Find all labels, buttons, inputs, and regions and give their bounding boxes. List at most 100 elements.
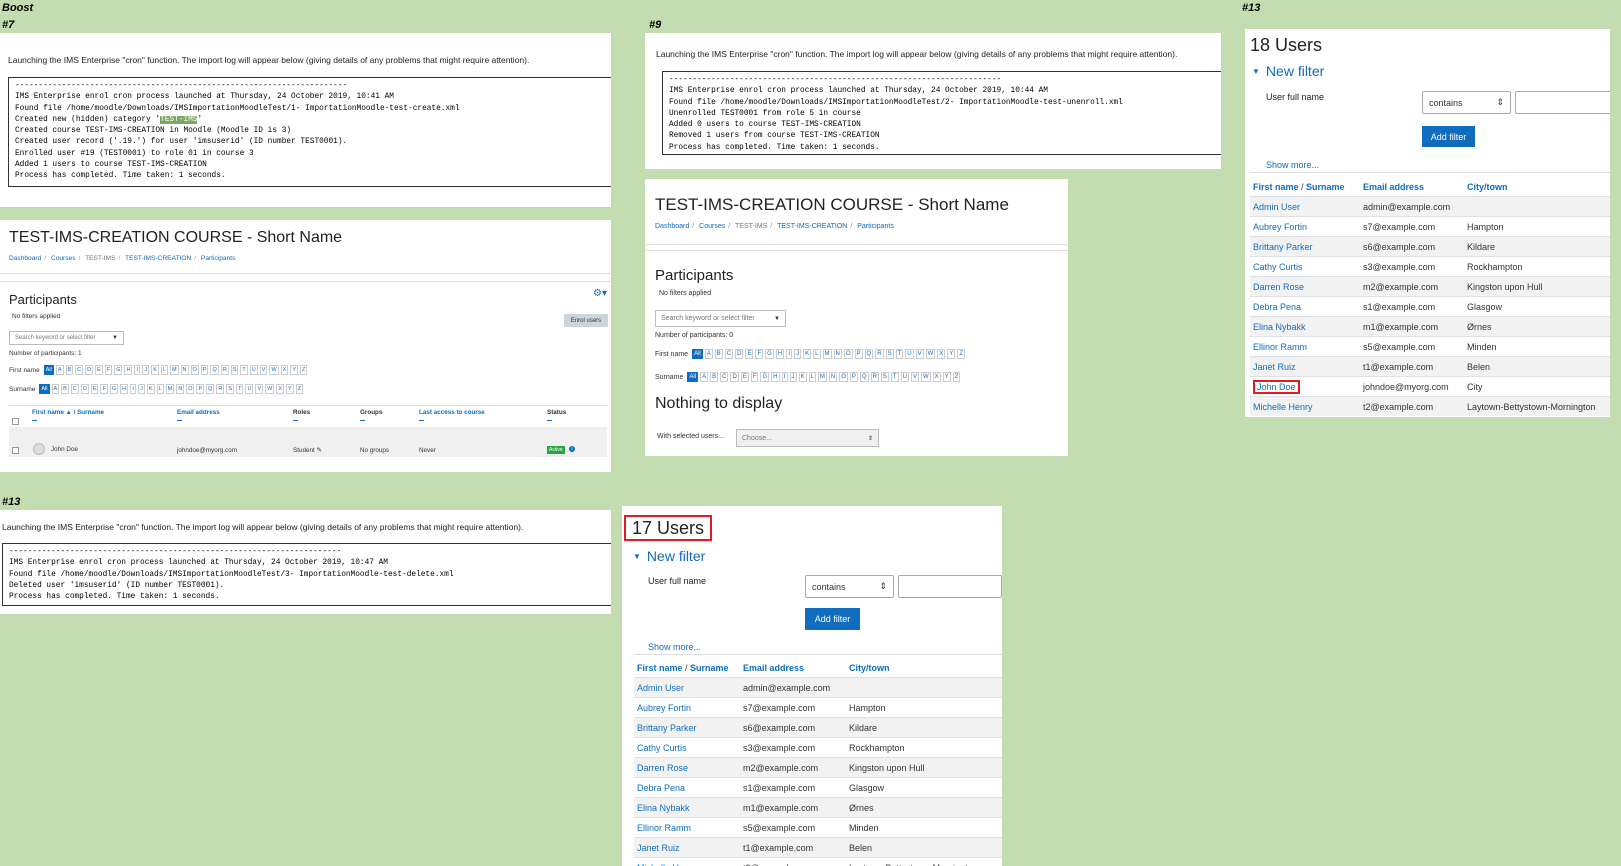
col-first-name[interactable]: First name ▲ / Surname [32, 409, 104, 416]
user-name-link[interactable]: Darren Rose [1250, 276, 1360, 297]
initial-w[interactable]: W [920, 372, 931, 382]
user-name-link[interactable]: John Doe [1250, 376, 1360, 397]
user-name-link[interactable]: Ellinor Ramm [1250, 336, 1360, 357]
initial-n[interactable]: N [180, 365, 189, 375]
initial-m[interactable]: M [165, 384, 175, 394]
initial-d[interactable]: D [85, 365, 94, 375]
initial-l[interactable]: L [160, 365, 168, 375]
user-name-link[interactable]: Aubrey Fortin [1250, 216, 1360, 237]
initial-all[interactable]: All [692, 349, 703, 359]
user-name-link[interactable]: Michelle Henry [634, 857, 740, 866]
initial-n[interactable]: N [833, 349, 842, 359]
initial-k[interactable]: K [146, 384, 155, 394]
gear-icon[interactable]: ⚙▾ [593, 288, 607, 299]
initial-q[interactable]: Q [864, 349, 874, 359]
sort-surname[interactable]: Surname [690, 663, 729, 673]
initial-u[interactable]: U [905, 349, 914, 359]
user-name-link[interactable]: Debra Pena [634, 777, 740, 798]
initial-i[interactable]: I [134, 365, 141, 375]
initial-r[interactable]: R [870, 372, 879, 382]
user-name-link[interactable]: Ellinor Ramm [634, 817, 740, 838]
breadcrumb-course[interactable]: TEST-IMS-CREATION [125, 255, 191, 262]
initial-e[interactable]: E [745, 349, 754, 359]
new-filter-toggle[interactable]: ▼ New filter [1252, 63, 1324, 79]
filter-operator-select[interactable]: contains ⇕ [805, 575, 894, 598]
initial-x[interactable]: X [276, 384, 284, 394]
info-icon[interactable]: i [569, 446, 575, 452]
initial-b[interactable]: B [714, 349, 723, 359]
new-filter-toggle[interactable]: ▼ New filter [633, 548, 705, 564]
user-name-link[interactable]: Cathy Curtis [1250, 256, 1360, 277]
initial-s[interactable]: S [230, 365, 239, 375]
breadcrumb-participants[interactable]: Participants [857, 223, 894, 230]
initial-c[interactable]: C [724, 349, 734, 359]
col-surname[interactable]: / Surname [74, 409, 104, 416]
filter-operator-select[interactable]: contains ⇕ [1422, 91, 1511, 114]
enrol-users-button[interactable]: Enrol users [564, 314, 608, 327]
initial-m[interactable]: M [817, 372, 827, 382]
col-city[interactable]: City/town [846, 658, 1002, 678]
initial-d[interactable]: D [735, 349, 744, 359]
initial-o[interactable]: O [839, 372, 848, 382]
initial-z[interactable]: Z [295, 384, 304, 394]
user-name-link[interactable]: Cathy Curtis [634, 737, 740, 758]
initial-e[interactable]: E [90, 384, 99, 394]
initial-h[interactable]: H [771, 372, 780, 382]
initial-m[interactable]: M [169, 365, 179, 375]
user-name-link[interactable]: Janet Ruiz [1250, 356, 1360, 377]
initial-x[interactable]: X [932, 372, 941, 382]
collapse-icon[interactable] [32, 420, 37, 421]
initial-o[interactable]: O [843, 349, 853, 359]
collapse-icon[interactable] [177, 420, 182, 421]
initial-f[interactable]: F [755, 349, 764, 359]
initial-u[interactable]: U [249, 365, 258, 375]
initial-u[interactable]: U [900, 372, 909, 382]
initial-q[interactable]: Q [206, 384, 215, 394]
col-city[interactable]: City/town [1464, 177, 1610, 197]
initial-u[interactable]: U [245, 384, 254, 394]
breadcrumb-dashboard[interactable]: Dashboard [9, 255, 41, 262]
initial-a[interactable]: A [704, 349, 713, 359]
sort-surname[interactable]: Surname [1306, 182, 1345, 192]
collapse-icon[interactable] [293, 420, 298, 421]
initial-h[interactable]: H [775, 349, 785, 359]
add-filter-button[interactable]: Add filter [1422, 126, 1475, 147]
initial-e[interactable]: E [95, 365, 103, 375]
user-name-link[interactable]: Michelle Henry [1250, 396, 1360, 416]
initial-w[interactable]: W [265, 384, 275, 394]
initial-v[interactable]: V [259, 365, 268, 375]
breadcrumb-participants[interactable]: Participants [201, 255, 235, 262]
initial-y[interactable]: Y [290, 365, 298, 375]
initial-k[interactable]: K [798, 372, 807, 382]
show-more-link[interactable]: Show more... [1266, 160, 1319, 170]
col-email[interactable]: Email address [740, 658, 846, 678]
initial-c[interactable]: C [70, 384, 79, 394]
initial-x[interactable]: X [280, 365, 289, 375]
initial-q[interactable]: Q [210, 365, 219, 375]
initial-d[interactable]: D [80, 384, 89, 394]
sort-first-name[interactable]: First name [1253, 182, 1299, 192]
initial-r[interactable]: R [216, 384, 225, 394]
col-email[interactable]: Email address [1360, 177, 1464, 197]
initial-z[interactable]: Z [952, 372, 961, 382]
initial-j[interactable]: J [789, 372, 797, 382]
participant-name-link[interactable]: John Doe [51, 446, 78, 453]
breadcrumb-courses[interactable]: Courses [51, 255, 76, 262]
initial-g[interactable]: G [114, 365, 123, 375]
initial-x[interactable]: X [937, 349, 946, 359]
initial-all[interactable]: All [43, 365, 54, 375]
initial-h[interactable]: H [120, 384, 129, 394]
user-name-link[interactable]: Admin User [634, 677, 740, 698]
initial-a[interactable]: A [700, 372, 709, 382]
initial-b[interactable]: B [61, 384, 69, 394]
select-all-checkbox[interactable] [12, 418, 19, 425]
breadcrumb-courses[interactable]: Courses [699, 223, 725, 230]
initial-p[interactable]: P [200, 365, 209, 375]
initial-p[interactable]: P [196, 384, 205, 394]
show-more-link[interactable]: Show more... [648, 642, 701, 652]
initial-l[interactable]: L [156, 384, 164, 394]
collapse-icon[interactable] [360, 420, 365, 421]
col-last-access[interactable]: Last access to course [419, 409, 485, 416]
user-name-link[interactable]: Aubrey Fortin [634, 697, 740, 718]
initial-t[interactable]: T [236, 384, 244, 394]
